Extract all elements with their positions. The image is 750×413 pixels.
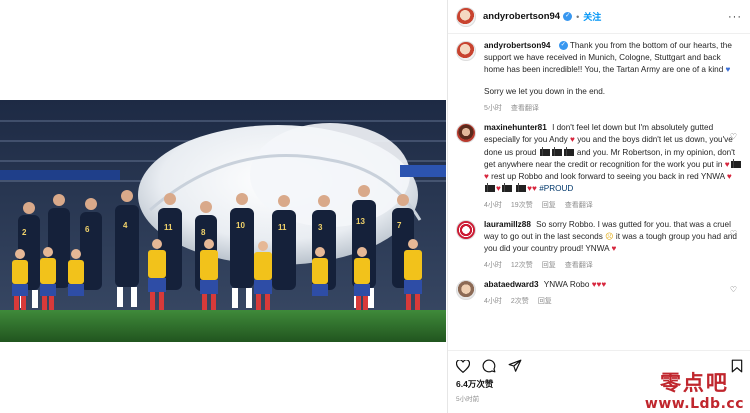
see-translation-link[interactable]: 查看翻译: [565, 200, 593, 210]
commenter-avatar[interactable]: [456, 219, 476, 240]
author-avatar[interactable]: [456, 41, 476, 61]
commenter-avatar[interactable]: [456, 123, 476, 144]
save-bookmark-icon[interactable]: [731, 359, 743, 373]
reply-button[interactable]: 回复: [538, 296, 552, 306]
flag-icon: [539, 146, 550, 156]
svg-text:13: 13: [356, 217, 365, 226]
like-heart-icon[interactable]: [456, 359, 470, 373]
caption-entry: andyrobertson94 ✓ Thank you from the bot…: [456, 40, 743, 113]
comment-text: abataedward3 YNWA Robo ♥♥♥: [484, 279, 742, 291]
comment-bubble-icon[interactable]: [482, 359, 496, 373]
comment-body: lauramillz88 So sorry Robbo. I was gutte…: [484, 219, 742, 270]
share-send-icon[interactable]: [508, 359, 522, 373]
svg-text:6: 6: [85, 225, 90, 234]
like-comment-heart-icon[interactable]: ♡: [730, 132, 737, 141]
red-heart-icon: ♥: [724, 159, 730, 169]
hashtag-link[interactable]: #PROUD: [539, 184, 573, 193]
reply-button[interactable]: 回复: [542, 200, 556, 210]
svg-text:10: 10: [236, 221, 245, 230]
comment-meta: 4小时 2次赞 回复: [484, 296, 742, 306]
comment-time: 4小时: [484, 201, 502, 209]
comments-list: andyrobertson94 ✓ Thank you from the bot…: [448, 40, 750, 315]
flag-icon: [730, 158, 741, 168]
verified-badge-icon: ✓: [563, 12, 573, 21]
follow-button[interactable]: 关注: [583, 10, 601, 23]
comment-item: abataedward3 YNWA Robo ♥♥♥ 4小时 2次赞 回复 ♡: [456, 279, 743, 306]
comment-text-part: rest up Robbo and look forward to seeing…: [491, 171, 725, 181]
post-photo-team-lineup[interactable]: 2 6 4 11 8 10 11 3 13 7: [0, 100, 446, 342]
flag-icon: [551, 146, 562, 156]
author-username[interactable]: andyrobertson94: [483, 11, 560, 22]
comment-time: 4小时: [484, 262, 502, 270]
comment-time: 4小时: [484, 298, 502, 306]
comment-item: lauramillz88 So sorry Robbo. I was gutte…: [456, 219, 743, 270]
svg-text:11: 11: [164, 223, 173, 232]
post-side-panel: andyrobertson94 ✓ • 关注 ··· andyrobertson…: [447, 0, 750, 413]
flag-icon: [485, 183, 495, 193]
caption-body: andyrobertson94 ✓ Thank you from the bot…: [484, 40, 742, 113]
caption-second-line: Sorry we let you down in the end.: [484, 87, 606, 97]
red-heart-icon: ♥: [484, 171, 489, 181]
comment-username[interactable]: lauramillz88: [484, 220, 531, 229]
svg-text:4: 4: [123, 221, 128, 230]
blue-heart-icon: ♥: [725, 65, 731, 75]
svg-text:2: 2: [22, 228, 27, 237]
author-avatar[interactable]: [456, 6, 476, 27]
comment-text: maxinehunter81 I don't feel let down but…: [484, 122, 742, 195]
comment-like-count[interactable]: 19次赞: [511, 200, 533, 210]
comment-username[interactable]: maxinehunter81: [484, 123, 547, 132]
caption-time: 5小时: [484, 105, 502, 113]
caption-username[interactable]: andyrobertson94: [484, 41, 550, 50]
red-heart-icon: ♥: [726, 171, 732, 181]
post-header: andyrobertson94 ✓ • 关注 ···: [448, 0, 750, 34]
more-options-icon[interactable]: ···: [728, 11, 742, 23]
team-photo-illustration: 2 6 4 11 8 10 11 3 13 7: [0, 100, 446, 342]
comment-item: maxinehunter81 I don't feel let down but…: [456, 122, 743, 210]
flag-icon: [501, 183, 512, 193]
comment-text: lauramillz88 So sorry Robbo. I was gutte…: [484, 219, 742, 255]
verified-badge-icon: ✓: [558, 41, 568, 51]
comment-username[interactable]: abataedward3: [484, 280, 539, 289]
red-heart-icon: ♥: [611, 244, 617, 254]
red-heart-icon: ♥: [570, 135, 575, 145]
comment-body: maxinehunter81 I don't feel let down but…: [484, 122, 742, 210]
comment-meta: 4小时 19次赞 回复 查看翻译: [484, 200, 742, 210]
red-heart-icon: ♥: [496, 183, 501, 193]
like-comment-heart-icon[interactable]: ♡: [730, 229, 737, 238]
svg-text:3: 3: [318, 223, 323, 232]
see-translation-link[interactable]: 查看翻译: [565, 260, 593, 270]
sad-face-icon: ☹: [605, 232, 614, 242]
site-watermark: 零点吧 www.Ldb.cc: [645, 372, 744, 411]
reply-button[interactable]: 回复: [542, 260, 556, 270]
comment-like-count[interactable]: 2次赞: [511, 296, 529, 306]
red-heart-icon: ♥♥♥: [591, 280, 607, 290]
svg-text:7: 7: [397, 221, 402, 230]
separator-dot: •: [576, 11, 580, 22]
watermark-chinese-text: 零点吧: [659, 370, 729, 395]
flag-icon: [563, 146, 574, 156]
like-comment-heart-icon[interactable]: ♡: [730, 285, 737, 294]
svg-text:11: 11: [278, 223, 287, 232]
red-heart-icon: ♥: [532, 183, 537, 193]
caption-text: andyrobertson94 ✓ Thank you from the bot…: [484, 40, 742, 76]
svg-text:8: 8: [201, 228, 206, 237]
caption-meta: 5小时 查看翻译: [484, 103, 742, 113]
flag-icon: [516, 183, 527, 193]
comment-meta: 4小时 12次赞 回复 查看翻译: [484, 260, 742, 270]
comment-body: abataedward3 YNWA Robo ♥♥♥ 4小时 2次赞 回复: [484, 279, 742, 306]
see-translation-link[interactable]: 查看翻译: [511, 103, 539, 113]
comment-text-part: YNWA Robo: [543, 280, 590, 290]
commenter-avatar[interactable]: [456, 280, 476, 301]
comment-like-count[interactable]: 12次赞: [511, 260, 533, 270]
watermark-url: www.Ldb.cc: [644, 396, 744, 412]
post-media-area: 2 6 4 11 8 10 11 3 13 7: [0, 0, 446, 413]
